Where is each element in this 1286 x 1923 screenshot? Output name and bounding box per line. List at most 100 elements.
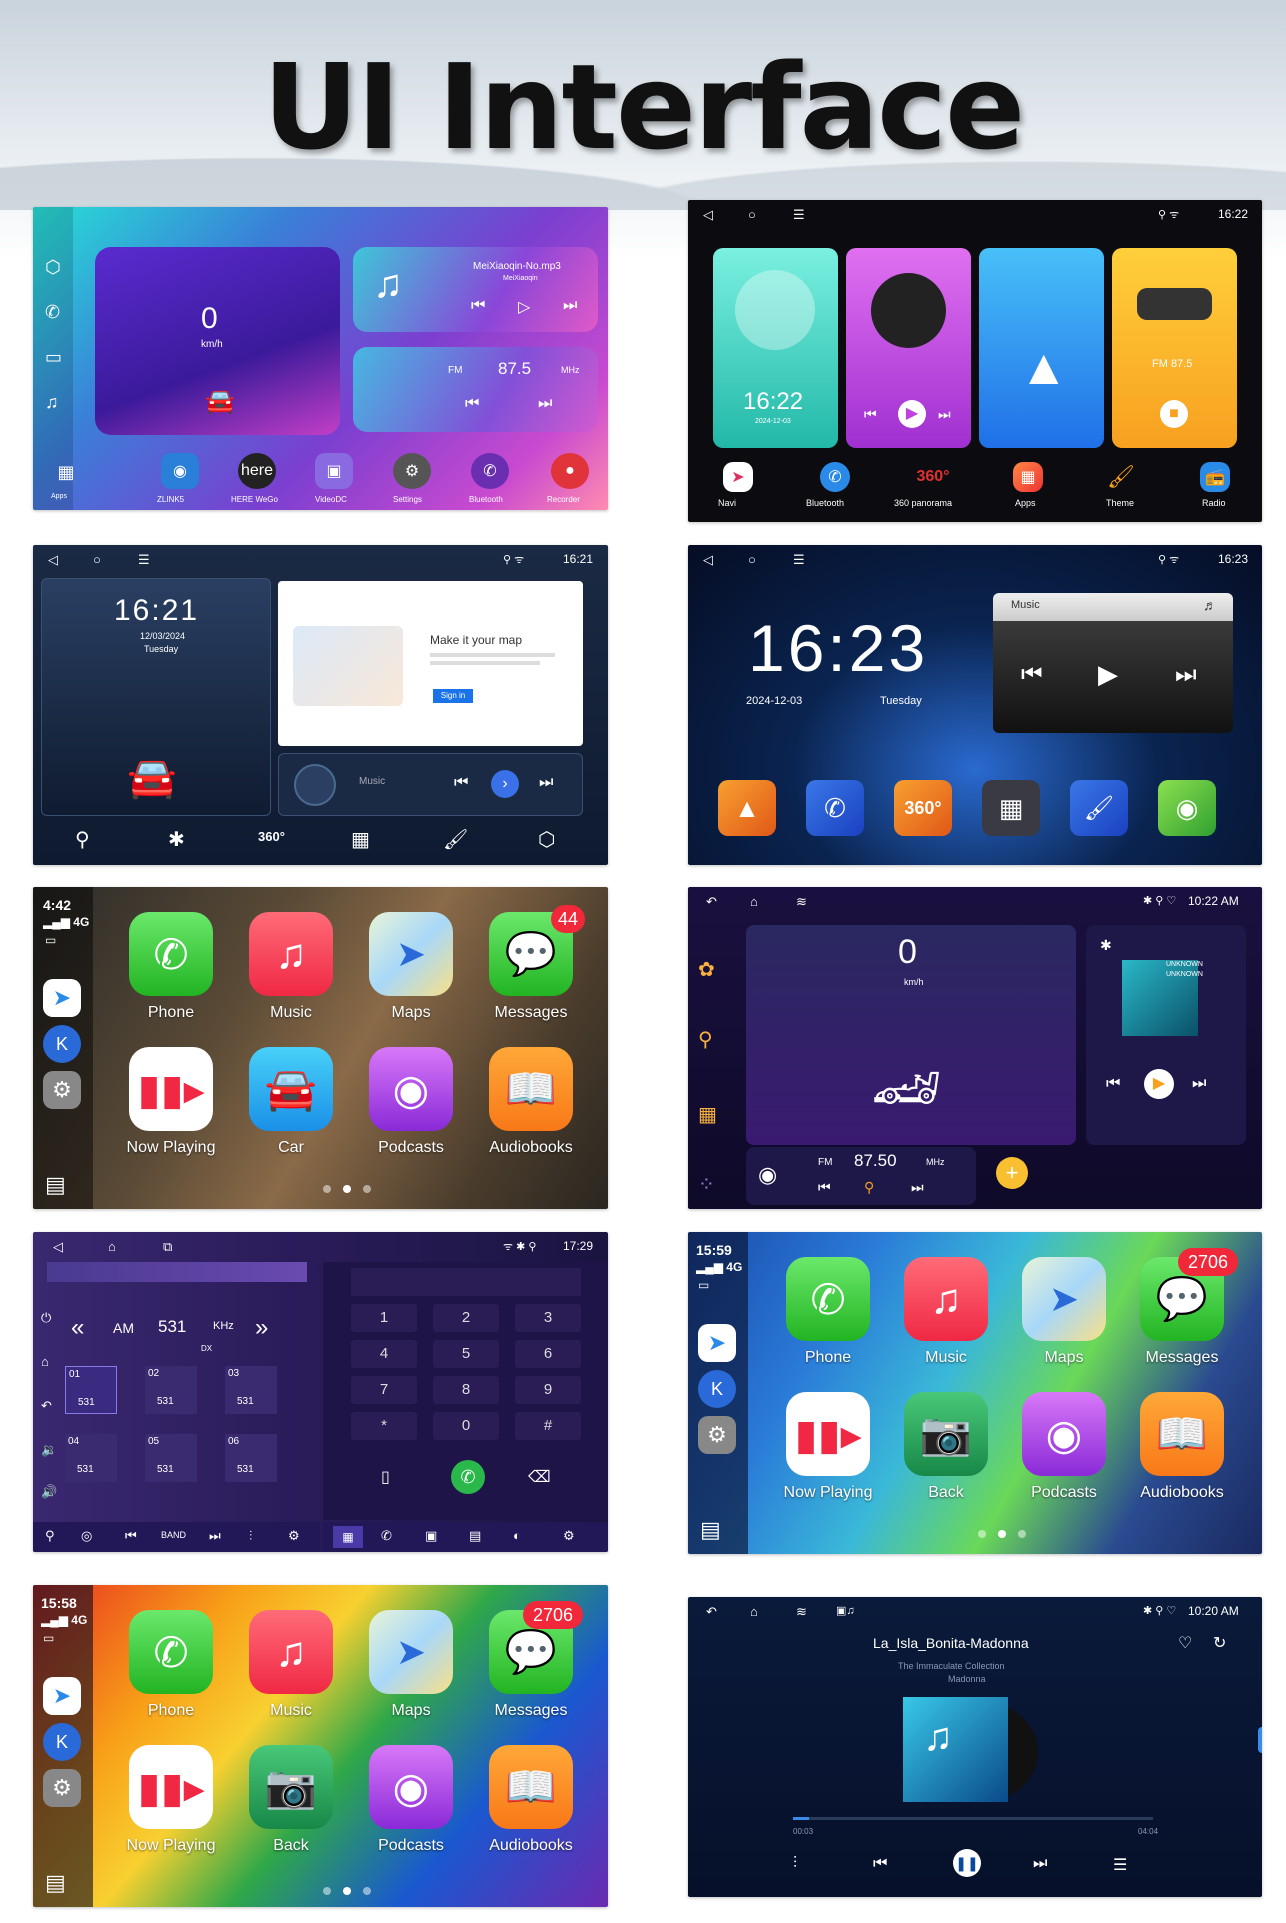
next-button[interactable]: ⏭ bbox=[539, 774, 553, 792]
back-nav-icon[interactable]: ◁ bbox=[53, 1239, 63, 1255]
theme-brush-icon[interactable]: 🖌 bbox=[1070, 780, 1128, 836]
dashboard-toggle-icon[interactable]: ▤ bbox=[700, 1517, 721, 1543]
maps-app-icon[interactable]: ➤ bbox=[369, 1610, 453, 1694]
power-icon[interactable]: ⏻ bbox=[41, 1310, 51, 1326]
now-playing-app-icon[interactable]: ▮▮▸ bbox=[129, 1047, 213, 1131]
next-button[interactable]: ⏭ bbox=[1175, 661, 1197, 689]
play-button[interactable]: ▷ bbox=[518, 297, 530, 317]
seek-forward-button[interactable]: ⏭ bbox=[911, 1179, 924, 1196]
play-button[interactable]: ▶ bbox=[898, 400, 926, 428]
dial-key[interactable]: # bbox=[515, 1412, 581, 1440]
apps-grid-icon[interactable]: ▦ bbox=[982, 780, 1040, 836]
call-button[interactable]: ✆ bbox=[451, 1460, 485, 1494]
add-widget-button[interactable]: + bbox=[996, 1157, 1028, 1189]
sidebar-kuwo-icon[interactable]: K bbox=[698, 1370, 736, 1408]
dial-key[interactable]: * bbox=[351, 1412, 417, 1440]
equalizer-icon[interactable]: ⫶ bbox=[793, 1855, 797, 1873]
backspace-icon[interactable]: ⌫ bbox=[528, 1467, 551, 1487]
navi-icon[interactable]: ➤ bbox=[723, 462, 753, 492]
play-button[interactable]: ▶ bbox=[1144, 1069, 1174, 1099]
dial-key[interactable]: 4 bbox=[351, 1340, 417, 1368]
play-button[interactable]: › bbox=[491, 770, 519, 798]
page-dot-active[interactable] bbox=[343, 1185, 351, 1193]
music-app-icon[interactable]: ♫ bbox=[249, 912, 333, 996]
bluetooth-icon[interactable]: ✆ bbox=[820, 462, 850, 492]
dial-key[interactable]: 9 bbox=[515, 1376, 581, 1404]
preset-tile[interactable]: 05 531 bbox=[145, 1434, 197, 1482]
here-wego-icon[interactable]: here bbox=[238, 453, 276, 489]
seek-back-button[interactable]: ⏮ bbox=[465, 395, 479, 413]
menu-nav-icon[interactable]: ☰ bbox=[138, 552, 150, 568]
equalizer-icon[interactable]: ⫶ bbox=[249, 1528, 252, 1544]
layers-nav-icon[interactable]: ≋ bbox=[796, 1604, 807, 1620]
phone-app-icon[interactable]: ✆ bbox=[786, 1257, 870, 1341]
settings-icon[interactable]: ⚙ bbox=[288, 1528, 300, 1544]
dial-key[interactable]: 7 bbox=[351, 1376, 417, 1404]
prev-button[interactable]: ⏮ bbox=[1021, 661, 1043, 689]
preset-tile[interactable]: 06 531 bbox=[225, 1434, 277, 1482]
tab-dialpad[interactable]: ▦ bbox=[333, 1526, 363, 1548]
map-card[interactable]: Make it your map Sign in bbox=[278, 581, 583, 746]
clock-car-card[interactable]: 16:21 12/03/2024 Tuesday 🚘 bbox=[41, 578, 271, 816]
next-button[interactable]: ⏭ bbox=[1192, 1075, 1206, 1093]
sidebar-maps-icon[interactable]: ➤ bbox=[43, 979, 81, 1017]
search-icon[interactable]: ⚲ bbox=[45, 1528, 55, 1544]
now-playing-app-icon[interactable]: ▮▮▸ bbox=[786, 1392, 870, 1476]
home-nav-icon[interactable]: ○ bbox=[93, 552, 101, 567]
panorama-360-icon[interactable]: 360° bbox=[916, 462, 950, 492]
side-panel-handle[interactable] bbox=[1258, 1727, 1262, 1753]
home-nav-icon[interactable]: ○ bbox=[748, 207, 756, 222]
tab-music[interactable]: ◐ bbox=[513, 1528, 521, 1543]
recorder-icon[interactable]: ● bbox=[551, 453, 589, 489]
sidebar-settings-icon[interactable]: ⚙ bbox=[698, 1416, 736, 1454]
location-pin-icon[interactable]: ⚲ bbox=[698, 1027, 713, 1052]
back-nav-icon[interactable]: ↶ bbox=[706, 1604, 717, 1620]
band-button[interactable]: BAND bbox=[161, 1530, 186, 1540]
phone-app-icon[interactable]: ✆ bbox=[129, 1610, 213, 1694]
panorama-360-icon[interactable]: 360° bbox=[258, 829, 285, 844]
dashboard-toggle-icon[interactable]: ▤ bbox=[45, 1870, 66, 1896]
theme-brush-icon[interactable]: 🖌 bbox=[443, 827, 468, 852]
layers-nav-icon[interactable]: ≋ bbox=[796, 894, 807, 910]
podcasts-app-icon[interactable]: ◉ bbox=[1022, 1392, 1106, 1476]
sidebar-kuwo-icon[interactable]: K bbox=[43, 1723, 81, 1761]
cube-icon[interactable]: ⬡ bbox=[538, 827, 555, 852]
stop-button[interactable]: ■ bbox=[1160, 400, 1188, 428]
back-nav-icon[interactable]: ◁ bbox=[703, 552, 713, 568]
page-dot-active[interactable] bbox=[343, 1887, 351, 1895]
audiobooks-app-icon[interactable]: 📖 bbox=[489, 1047, 573, 1131]
navi-icon[interactable]: ▲ bbox=[718, 780, 776, 836]
now-playing-app-icon[interactable]: ▮▮▸ bbox=[129, 1745, 213, 1829]
home-nav-icon[interactable]: ⌂ bbox=[750, 1604, 758, 1619]
radio-card[interactable]: FM 87.5 ■ bbox=[1112, 248, 1237, 448]
preset-tile[interactable]: 01 531 bbox=[65, 1366, 117, 1414]
volume-down-icon[interactable]: 🔉 bbox=[41, 1442, 57, 1458]
playlist-icon[interactable]: ☰ bbox=[1113, 1855, 1127, 1875]
tab-sms[interactable]: ▤ bbox=[469, 1528, 481, 1544]
progress-track[interactable] bbox=[793, 1817, 1153, 1820]
play-button[interactable]: ▶ bbox=[1098, 659, 1118, 690]
scan-icon[interactable]: ◎ bbox=[81, 1528, 92, 1544]
tab-settings[interactable]: ⚙ bbox=[563, 1528, 575, 1544]
preset-tile[interactable]: 04 531 bbox=[65, 1434, 117, 1482]
radio-icon[interactable]: 📻 bbox=[1200, 462, 1230, 492]
apps-icon[interactable]: ▦ bbox=[51, 457, 81, 487]
speedometer-card[interactable]: 0 km/h 🏎 bbox=[746, 925, 1076, 1145]
favorite-icon[interactable]: ♡ bbox=[1178, 1633, 1192, 1653]
music-icon[interactable]: ♫ bbox=[45, 392, 59, 413]
carplay-icon[interactable]: ◉ bbox=[1158, 780, 1216, 836]
page-dot[interactable] bbox=[323, 1887, 331, 1895]
maps-app-icon[interactable]: ➤ bbox=[1022, 1257, 1106, 1341]
podcasts-app-icon[interactable]: ◉ bbox=[369, 1745, 453, 1829]
page-dot-active[interactable] bbox=[998, 1530, 1006, 1538]
dashboard-toggle-icon[interactable]: ▤ bbox=[45, 1172, 66, 1198]
repeat-icon[interactable]: ↻ bbox=[1213, 1633, 1226, 1653]
home-nav-icon[interactable]: ○ bbox=[748, 552, 756, 567]
settings-icon[interactable]: ⚙ bbox=[393, 453, 431, 489]
home-icon[interactable]: ⌂ bbox=[41, 1354, 49, 1369]
preset-tile[interactable]: 03 531 bbox=[225, 1366, 277, 1414]
podcasts-app-icon[interactable]: ◉ bbox=[369, 1047, 453, 1131]
sidebar-kuwo-icon[interactable]: K bbox=[43, 1025, 81, 1063]
bluetooth-icon[interactable]: ✱ bbox=[168, 827, 185, 852]
audiobooks-app-icon[interactable]: 📖 bbox=[489, 1745, 573, 1829]
